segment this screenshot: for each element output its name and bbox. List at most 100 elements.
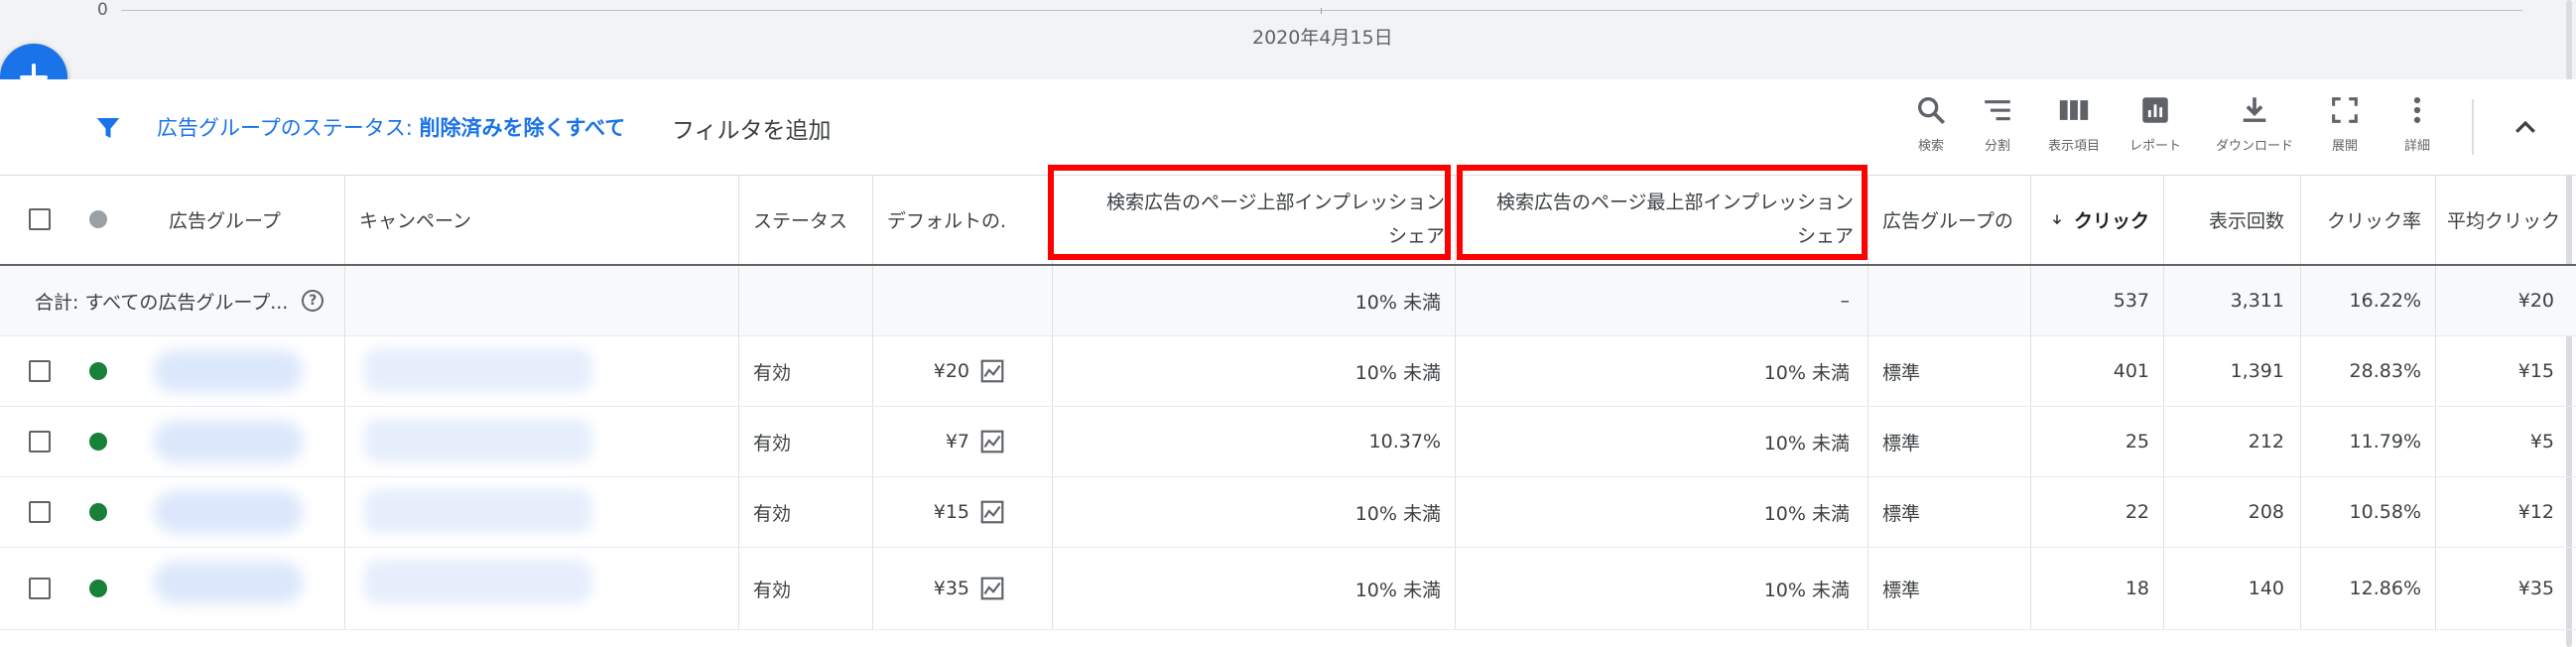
select-all-checkbox[interactable] — [29, 175, 51, 264]
table-row: 有効 ¥35 10% 未満 10% 未満 標準 18 140 12.86% ¥3… — [0, 548, 2576, 630]
bid-simulator-icon[interactable] — [979, 499, 1005, 525]
total-row: 合計: すべての広告グループ... ? 10% 未満 – 537 3,311 1… — [0, 266, 2576, 336]
segment-icon — [1985, 100, 2010, 121]
columns-label: 表示項目 — [2047, 139, 2100, 154]
total-row-label-cell: 合計: すべての広告グループ... ? — [35, 266, 324, 335]
total-row-label: 合計: すべての広告グループ... — [35, 291, 289, 314]
column-header-ad-group-type[interactable]: 広告グループの — [1882, 175, 2021, 264]
row-avg-cpc: ¥5 — [2529, 431, 2554, 453]
toolbar-divider — [2472, 99, 2474, 155]
column-header-default-bid[interactable]: デフォルトの. — [887, 175, 1006, 264]
status-dot-enabled — [89, 548, 107, 629]
campaign-name-redacted[interactable] — [359, 548, 617, 629]
table-row: 有効 ¥20 10% 未満 10% 未満 標準 401 1,391 28.83%… — [0, 336, 2576, 407]
download-icon — [2243, 97, 2266, 122]
row-status[interactable]: 有効 — [753, 336, 791, 406]
bid-simulator-icon[interactable] — [979, 358, 1005, 384]
ad-group-name-redacted[interactable] — [149, 548, 327, 629]
ad-group-name-redacted[interactable] — [149, 336, 327, 406]
row-status[interactable]: 有効 — [753, 477, 791, 547]
column-header-clicks[interactable]: クリック — [2050, 175, 2149, 264]
row-abs-top-is: 10% 未満 — [1763, 502, 1850, 525]
row-default-bid[interactable]: ¥15 — [872, 477, 1005, 547]
row-status[interactable]: 有効 — [753, 407, 791, 476]
ad-group-name-redacted[interactable] — [149, 407, 327, 476]
bid-simulator-icon[interactable] — [979, 576, 1005, 601]
row-top-is: 10.37% — [1368, 431, 1441, 453]
download-button[interactable]: ダウンロード — [2215, 93, 2294, 154]
table-row: 有効 ¥15 10% 未満 10% 未満 標準 22 208 10.58% ¥1… — [0, 477, 2576, 548]
table-row: 有効 ¥7 10.37% 10% 未満 標準 25 212 11.79% ¥5 — [0, 407, 2576, 477]
row-bid-value: ¥20 — [933, 360, 969, 382]
more-vert-icon — [2413, 96, 2421, 124]
column-header-ctr[interactable]: クリック率 — [2300, 175, 2421, 264]
chevron-up-icon — [2515, 120, 2535, 133]
column-header-status[interactable]: ステータス — [753, 175, 847, 264]
row-checkbox[interactable] — [29, 548, 51, 629]
row-impressions: 140 — [2248, 578, 2284, 599]
column-header-impressions[interactable]: 表示回数 — [2163, 175, 2284, 264]
row-checkbox[interactable] — [29, 477, 51, 547]
chart-x-axis — [121, 10, 2522, 11]
status-dot-enabled — [89, 477, 107, 547]
columns-button[interactable]: 表示項目 — [2034, 93, 2114, 154]
row-bid-value: ¥7 — [945, 431, 969, 453]
campaign-name-redacted[interactable] — [359, 477, 617, 547]
more-options-button[interactable]: 詳細 — [2378, 93, 2457, 154]
help-icon[interactable]: ? — [302, 290, 324, 312]
filter-icon[interactable] — [92, 113, 124, 147]
row-ad-group-type: 標準 — [1882, 579, 1921, 601]
row-default-bid[interactable]: ¥20 — [872, 336, 1005, 406]
total-ctr: 16.22% — [2349, 290, 2421, 312]
row-avg-cpc: ¥35 — [2517, 578, 2554, 599]
total-avg-cpc: ¥20 — [2517, 290, 2554, 312]
bid-simulator-icon[interactable] — [979, 429, 1005, 454]
highlight-box-top-is — [1048, 165, 1451, 260]
row-status[interactable]: 有効 — [753, 548, 791, 629]
row-checkbox[interactable] — [29, 407, 51, 476]
clicks-header-label: クリック — [2073, 209, 2149, 232]
row-default-bid[interactable]: ¥7 — [872, 407, 1005, 476]
row-clicks: 22 — [2125, 501, 2149, 523]
ad-group-name-redacted[interactable] — [149, 477, 327, 547]
segment-label: 分割 — [1984, 139, 2010, 154]
row-ad-group-type: 標準 — [1882, 502, 1921, 525]
collapse-button[interactable] — [2511, 113, 2540, 147]
row-ctr: 12.86% — [2349, 578, 2421, 599]
chart-y-zero-label: 0 — [97, 0, 108, 20]
row-abs-top-is: 10% 未満 — [1763, 579, 1850, 601]
row-top-is: 10% 未満 — [1354, 361, 1441, 384]
total-abs-top-is: – — [1840, 290, 1851, 312]
segment-button[interactable]: 分割 — [1958, 93, 2037, 154]
column-header-avg-cpc[interactable]: 平均クリック — [2447, 175, 2568, 264]
chart-x-tick — [1321, 8, 1322, 14]
row-abs-top-is: 10% 未満 — [1763, 432, 1850, 454]
row-top-is: 10% 未満 — [1354, 579, 1441, 601]
chart-x-date-label: 2020年4月15日 — [1252, 27, 1393, 49]
total-top-is: 10% 未満 — [1354, 291, 1441, 314]
expand-button[interactable]: 展開 — [2305, 93, 2384, 154]
row-ad-group-type: 標準 — [1882, 361, 1921, 384]
status-dot-enabled — [89, 407, 107, 476]
reports-button[interactable]: レポート — [2116, 93, 2195, 154]
column-header-campaign[interactable]: キャンペーン — [359, 175, 471, 264]
row-clicks: 18 — [2125, 578, 2149, 599]
row-checkbox[interactable] — [29, 336, 51, 406]
total-clicks: 537 — [2113, 290, 2149, 312]
column-header-ad-group[interactable]: 広告グループ — [169, 175, 281, 264]
row-default-bid[interactable]: ¥35 — [872, 548, 1005, 629]
row-impressions: 212 — [2248, 431, 2284, 453]
campaign-name-redacted[interactable] — [359, 336, 617, 406]
row-ad-group-type: 標準 — [1882, 432, 1921, 454]
row-ctr: 11.79% — [2349, 431, 2421, 453]
row-clicks: 401 — [2113, 360, 2149, 382]
row-ctr: 10.58% — [2349, 501, 2421, 523]
row-clicks: 25 — [2125, 431, 2149, 453]
expand-label: 展開 — [2331, 139, 2358, 154]
row-top-is: 10% 未満 — [1354, 502, 1441, 525]
status-dot-enabled — [89, 336, 107, 406]
status-filter-chip[interactable]: 広告グループのステータス: 削除済みを除くすべて — [157, 112, 625, 142]
campaign-name-redacted[interactable] — [359, 407, 617, 476]
status-dot-header — [89, 175, 107, 264]
add-filter-button[interactable]: フィルタを追加 — [672, 111, 832, 145]
